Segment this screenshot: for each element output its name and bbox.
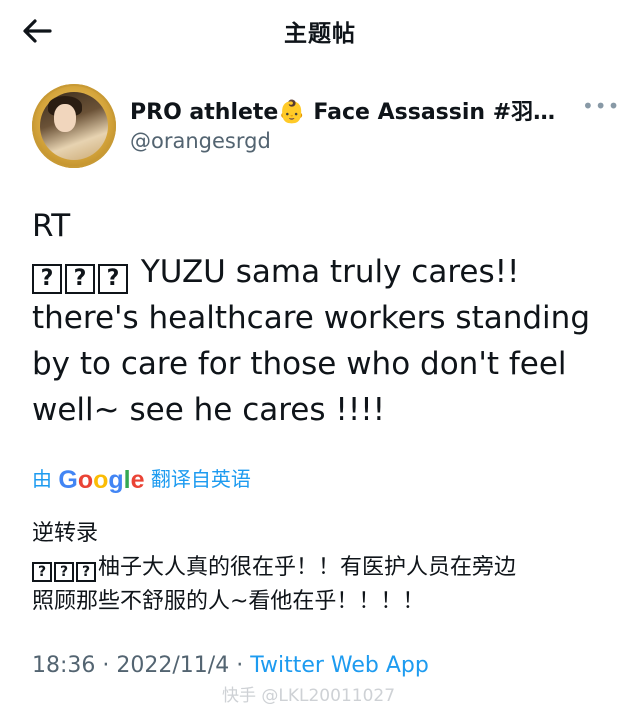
meta-separator: · bbox=[229, 653, 251, 678]
more-horizontal-icon: ••• bbox=[582, 94, 621, 118]
tweet-time: 18:36 bbox=[32, 653, 96, 678]
tweet-line: ??? YUZU sama truly cares!! bbox=[32, 249, 612, 295]
tweet-source-link[interactable]: Twitter Web App bbox=[250, 653, 429, 678]
author-display-name[interactable]: PRO athlete👶 Face Assassin #羽生... bbox=[130, 94, 575, 126]
translated-text: 逆转录 ??? 柚子大人真的很在乎！！有医护人员在旁边 照顾那些不舒服的人~看他在… bbox=[32, 517, 612, 619]
tweet-line: there's healthcare workers standing bbox=[32, 300, 590, 336]
unrendered-glyph-icon: ? bbox=[32, 264, 62, 294]
unrendered-glyph-icon: ? bbox=[76, 562, 96, 582]
author-handle[interactable]: @orangesrgd bbox=[130, 129, 271, 153]
more-options-button[interactable]: ••• bbox=[582, 94, 620, 118]
translated-line: 照顾那些不舒服的人~看他在乎！！！！ bbox=[32, 589, 425, 614]
tweet-line: by to care for those who don't feel bbox=[32, 346, 567, 382]
tweet-line: well~ see he cares !!!! bbox=[32, 392, 386, 428]
tweet-line: RT bbox=[32, 208, 71, 244]
avatar[interactable] bbox=[32, 84, 116, 168]
translation-prefix: 由 bbox=[32, 467, 52, 491]
unrendered-glyph-icon: ? bbox=[65, 264, 95, 294]
unrendered-glyph-icon: ? bbox=[32, 562, 52, 582]
page-title: 主题帖 bbox=[284, 21, 356, 47]
tweet-text: RT ??? YUZU sama truly cares!! there's h… bbox=[32, 203, 612, 433]
meta-separator: · bbox=[95, 653, 117, 678]
translation-attribution[interactable]: 由 Google 翻译自英语 bbox=[32, 463, 251, 495]
watermark: 快手 @LKL20011027 bbox=[222, 686, 396, 706]
translated-line: 逆转录 bbox=[32, 521, 99, 546]
tweet-line-text: YUZU sama truly cares!! bbox=[140, 254, 520, 290]
translated-line-text: 柚子大人真的很在乎！！有医护人员在旁边 bbox=[98, 555, 517, 580]
unrendered-glyph-icon: ? bbox=[54, 562, 74, 582]
google-logo: Google bbox=[58, 466, 145, 494]
tweet-date: 2022/11/4 bbox=[116, 653, 230, 678]
top-bar: 主题帖 bbox=[0, 0, 640, 62]
tweet-meta: 18:36 · 2022/11/4 · Twitter Web App bbox=[32, 653, 429, 678]
translation-suffix: 翻译自英语 bbox=[150, 467, 251, 491]
translated-line: ??? 柚子大人真的很在乎！！有医护人员在旁边 bbox=[32, 551, 612, 585]
unrendered-glyph-icon: ? bbox=[98, 264, 128, 294]
